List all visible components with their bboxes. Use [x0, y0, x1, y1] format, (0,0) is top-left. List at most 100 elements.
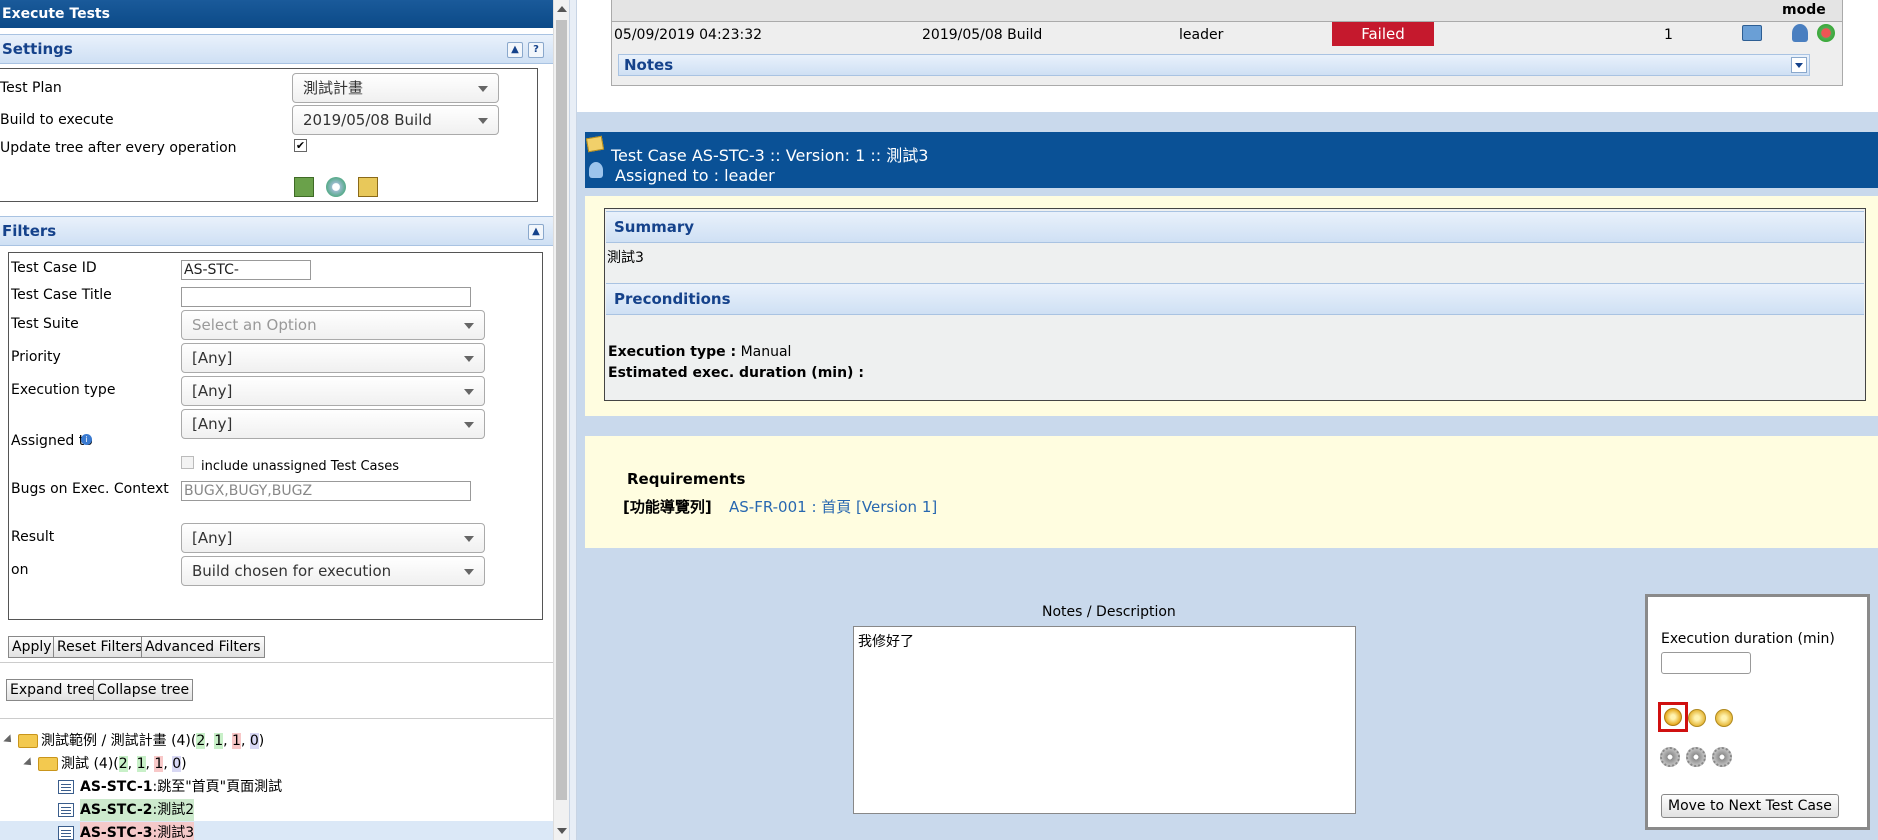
- export-icon[interactable]: [294, 177, 314, 197]
- on-value: Build chosen for execution: [192, 562, 392, 580]
- blocked-and-next-gear-icon[interactable]: [1712, 747, 1732, 767]
- import-icon[interactable]: [326, 177, 346, 197]
- testcase-icon: [58, 803, 74, 817]
- requirement-link[interactable]: AS-FR-001 : 首頁 [Version 1]: [729, 496, 937, 517]
- summary-box: Summary 測試3 Preconditions Execution type…: [604, 208, 1866, 401]
- update-tree-checkbox[interactable]: ✔: [294, 139, 307, 152]
- chevron-down-icon: [464, 389, 474, 395]
- expand-arrow-icon[interactable]: [3, 734, 15, 746]
- chevron-down-icon: [478, 118, 488, 124]
- count-passed-2: 1: [214, 733, 224, 749]
- testcase-name: :測試2: [152, 802, 195, 818]
- folder-icon: [38, 757, 58, 771]
- blocked-status-icon[interactable]: [1715, 709, 1733, 727]
- left-scrollbar[interactable]: [553, 0, 569, 840]
- testcase-id: AS-STC-1: [80, 779, 153, 795]
- exec-build: 2019/05/08 Build: [922, 27, 1043, 43]
- test-suite-select[interactable]: Select an Option: [181, 310, 485, 340]
- notes-icon[interactable]: [1742, 25, 1762, 41]
- count-passed: 2: [118, 756, 128, 772]
- bugs-input[interactable]: BUGX,BUGY,BUGZ: [181, 481, 471, 501]
- report-icon[interactable]: [358, 177, 378, 197]
- summary-text: 測試3: [607, 250, 644, 266]
- notes-bar[interactable]: Notes: [618, 54, 1810, 76]
- paren: ): [181, 756, 187, 772]
- include-unassigned-checkbox[interactable]: [181, 456, 194, 469]
- filters-header[interactable]: Filters ▲: [0, 216, 553, 246]
- assigned-to-select[interactable]: [Any]: [181, 409, 485, 439]
- testcase-id: AS-STC-2: [80, 802, 153, 818]
- on-select[interactable]: Build chosen for execution: [181, 556, 485, 586]
- expand-arrow-icon[interactable]: [23, 757, 35, 769]
- apply-button[interactable]: Apply: [8, 636, 56, 658]
- delete-execution-icon[interactable]: [1817, 24, 1835, 42]
- testcase-id: AS-STC-3: [80, 825, 153, 840]
- paren: ): [258, 733, 265, 749]
- build-label: Build to execute: [0, 112, 114, 128]
- help-button[interactable]: ?: [528, 42, 544, 58]
- settings-header[interactable]: Settings ▲ ?: [0, 34, 553, 64]
- tree-suite-label: 測試 (4)(: [61, 756, 119, 772]
- scroll-down-icon[interactable]: [557, 828, 567, 834]
- edit-icon[interactable]: [585, 135, 605, 153]
- chevron-down-icon: [464, 422, 474, 428]
- chevron-down-icon: [464, 356, 474, 362]
- requirements-heading: Requirements: [627, 470, 746, 488]
- exec-version: 1: [1664, 27, 1673, 43]
- exec-table-row: 05/09/2019 04:23:32 2019/05/08 Build lea…: [611, 22, 1843, 86]
- result-select[interactable]: [Any]: [181, 523, 485, 553]
- build-select[interactable]: 2019/05/08 Build: [292, 105, 499, 135]
- count-passed-2: 1: [136, 756, 146, 772]
- execution-type-select[interactable]: [Any]: [181, 376, 485, 406]
- result-value: [Any]: [192, 529, 233, 547]
- execution-duration-input[interactable]: [1661, 652, 1751, 674]
- test-case-id-input[interactable]: AS-STC-: [181, 260, 311, 280]
- collapse-settings-button[interactable]: ▲: [507, 42, 523, 58]
- expand-notes-icon[interactable]: [1791, 57, 1807, 73]
- test-case-id-label: Test Case ID: [11, 260, 97, 276]
- collapse-filters-button[interactable]: ▲: [528, 224, 544, 240]
- status-badge: Failed: [1332, 22, 1434, 46]
- test-plan-value: 測試計畫: [303, 79, 364, 97]
- execution-type-line: Execution type : Manual: [608, 344, 791, 360]
- chevron-down-icon: [478, 86, 488, 92]
- pass-and-next-gear-icon[interactable]: [1660, 747, 1680, 767]
- build-value: 2019/05/08 Build: [303, 111, 432, 129]
- fail-status-icon[interactable]: [1688, 709, 1706, 727]
- right-panel: mode 05/09/2019 04:23:32 2019/05/08 Buil…: [577, 0, 1878, 840]
- reset-filters-button[interactable]: Reset Filters: [53, 636, 147, 658]
- panel-title: Execute Tests: [0, 0, 553, 28]
- test-plan-select[interactable]: 測試計畫: [292, 73, 499, 103]
- settings-heading: Settings: [2, 40, 73, 58]
- expand-tree-button[interactable]: Expand tree: [6, 679, 99, 701]
- move-next-testcase-button[interactable]: Move to Next Test Case: [1661, 794, 1839, 818]
- testcase-icon: [58, 826, 74, 840]
- preconditions-header: Preconditions: [606, 283, 1864, 315]
- pass-status-icon[interactable]: [1664, 708, 1682, 726]
- scroll-thumb[interactable]: [556, 20, 567, 800]
- count-failed: 1: [154, 756, 164, 772]
- collapse-tree-button[interactable]: Collapse tree: [93, 679, 194, 701]
- panel-divider[interactable]: [569, 0, 577, 840]
- on-label: on: [11, 562, 29, 578]
- exec-type-label: Execution type :: [608, 344, 737, 360]
- user-icon: [589, 162, 603, 178]
- mode-header: mode: [1782, 2, 1826, 18]
- scroll-up-icon[interactable]: [557, 6, 567, 12]
- info-icon[interactable]: i: [81, 434, 92, 445]
- notes-description-label: Notes / Description: [1042, 604, 1176, 620]
- execution-box: Execution duration (min) Move to Next Te…: [1645, 594, 1870, 830]
- filters-heading: Filters: [2, 222, 57, 240]
- exec-table-header: mode: [611, 0, 1843, 22]
- notes-description-textarea[interactable]: 我修好了: [853, 626, 1356, 814]
- test-suite-placeholder: Select an Option: [192, 316, 317, 334]
- priority-select[interactable]: [Any]: [181, 343, 485, 373]
- priority-label: Priority: [11, 349, 61, 365]
- priority-value: [Any]: [192, 349, 233, 367]
- advanced-filters-button[interactable]: Advanced Filters: [141, 636, 265, 658]
- pass-button-highlight[interactable]: [1658, 702, 1688, 732]
- test-case-title-input[interactable]: [181, 287, 471, 307]
- testcase-icon: [58, 780, 74, 794]
- assigned-to-text: Assigned to : leader: [615, 166, 775, 185]
- fail-and-next-gear-icon[interactable]: [1686, 747, 1706, 767]
